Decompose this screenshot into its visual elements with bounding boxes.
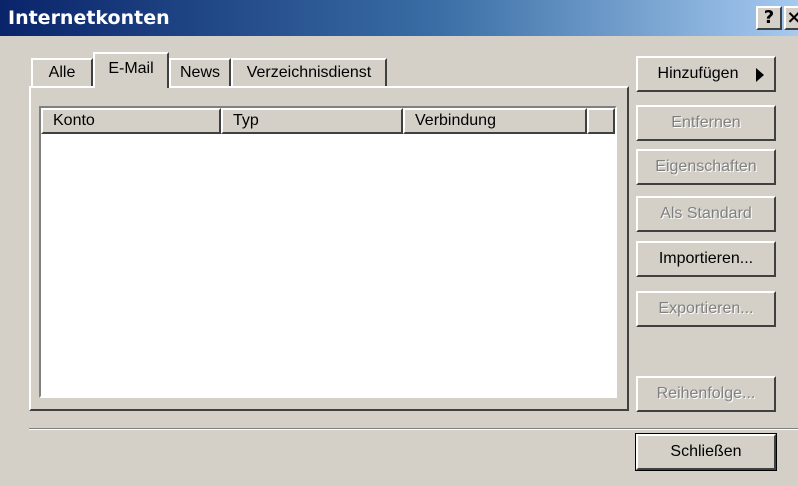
- window-title: Internetkonten: [8, 7, 170, 29]
- tab-label: Alle: [48, 64, 76, 81]
- tab-email[interactable]: E-Mail: [93, 52, 169, 88]
- add-button[interactable]: Hinzufügen: [636, 56, 776, 92]
- close-button[interactable]: Schließen: [635, 433, 777, 471]
- add-button-label: Hinzufügen: [657, 65, 739, 82]
- close-window-button[interactable]: ×: [784, 6, 798, 30]
- tab-panel: Konto Typ Verbindung: [29, 86, 629, 411]
- column-header-verbindung[interactable]: Verbindung: [403, 108, 587, 134]
- tab-label: E-Mail: [108, 60, 154, 77]
- help-button[interactable]: ?: [756, 6, 782, 30]
- arrow-right-icon: [756, 68, 764, 82]
- tab-verzeichnisdienst[interactable]: Verzeichnisdienst: [231, 58, 387, 88]
- tab-label: News: [179, 64, 220, 81]
- tab-label: Verzeichnisdienst: [246, 64, 372, 81]
- column-header-typ[interactable]: Typ: [221, 108, 403, 134]
- column-header-konto[interactable]: Konto: [41, 108, 221, 134]
- list-header: Konto Typ Verbindung: [41, 108, 615, 134]
- column-header-filler: [587, 108, 615, 134]
- internet-accounts-dialog: Internetkonten ? × Alle E-Mail News Verz…: [0, 0, 798, 486]
- properties-button[interactable]: Eigenschaften: [636, 149, 776, 185]
- export-button[interactable]: Exportieren...: [636, 291, 776, 327]
- tab-news[interactable]: News: [169, 58, 231, 88]
- separator-line: [29, 428, 798, 430]
- tab-alle[interactable]: Alle: [31, 58, 93, 88]
- remove-button[interactable]: Entfernen: [636, 105, 776, 141]
- title-bar[interactable]: Internetkonten ? ×: [0, 0, 798, 36]
- import-button[interactable]: Importieren...: [636, 241, 776, 277]
- order-button[interactable]: Reihenfolge...: [636, 376, 776, 412]
- set-default-button[interactable]: Als Standard: [636, 196, 776, 232]
- accounts-list[interactable]: Konto Typ Verbindung: [39, 106, 617, 398]
